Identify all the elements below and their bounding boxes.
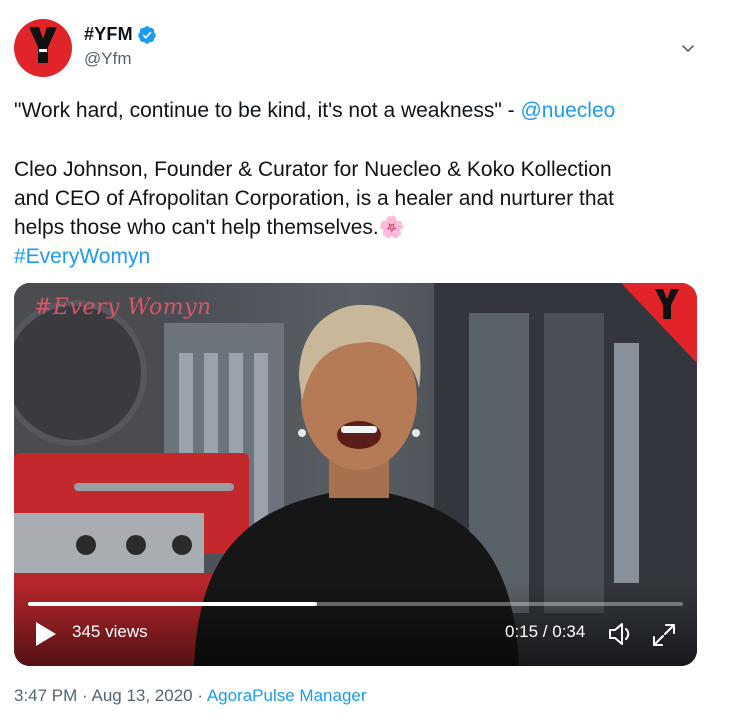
- tweet-menu-button[interactable]: [676, 36, 700, 60]
- yfm-logo-icon: [27, 25, 59, 69]
- author-handle[interactable]: @Yfm: [84, 49, 131, 69]
- tweet-body-line-3: helps those who can't help themselves.🌸: [14, 213, 405, 242]
- video-view-count: 345 views: [72, 622, 148, 641]
- video-timecode: 0:15 / 0:34: [505, 622, 586, 641]
- volume-icon[interactable]: [606, 619, 636, 649]
- chevron-down-icon: [682, 45, 694, 52]
- hashtag-link[interactable]: #EveryWomyn: [14, 242, 150, 271]
- tweet-quote-text: "Work hard, continue to be kind, it's no…: [14, 99, 521, 122]
- meta-separator-1: ·: [77, 686, 92, 705]
- yfm-corner-logo-icon: [621, 283, 697, 363]
- tweet-source-link[interactable]: AgoraPulse Manager: [207, 686, 367, 705]
- blossom-emoji: 🌸: [378, 216, 405, 239]
- author-display-name[interactable]: #YFM: [84, 24, 133, 45]
- tweet-time[interactable]: 3:47 PM: [14, 686, 77, 705]
- video-overlay-title: #Every Womyn: [34, 295, 212, 320]
- play-icon[interactable]: [34, 620, 58, 648]
- fullscreen-icon[interactable]: [650, 621, 678, 649]
- author-name-row[interactable]: #YFM: [84, 24, 157, 45]
- video-player[interactable]: #Every Womyn 345 views 0:15 / 0:34: [14, 283, 697, 666]
- tweet-body-line-3-text: helps those who can't help themselves.: [14, 216, 379, 239]
- verified-badge-icon: [138, 25, 156, 44]
- meta-separator-2: ·: [192, 686, 207, 705]
- tweet-body-line-2: and CEO of Afropolitan Corporation, is a…: [14, 187, 615, 210]
- tweet-date[interactable]: Aug 13, 2020: [91, 686, 192, 705]
- video-controls: 345 views 0:15 / 0:34: [14, 606, 697, 666]
- mention-link[interactable]: @nuecleo: [520, 99, 615, 122]
- tweet-quote-line: "Work hard, continue to be kind, it's no…: [14, 96, 615, 125]
- tweet-meta: 3:47 PM · Aug 13, 2020 · AgoraPulse Mana…: [14, 686, 367, 706]
- tweet-body-line-1: Cleo Johnson, Founder & Curator for Nuec…: [14, 158, 612, 181]
- avatar[interactable]: [14, 19, 72, 77]
